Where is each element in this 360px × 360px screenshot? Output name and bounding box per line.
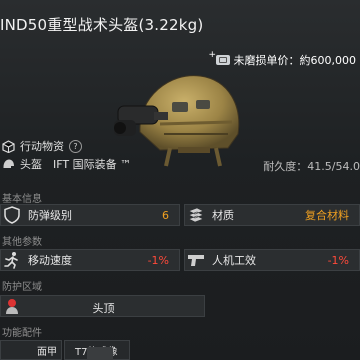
action-tag-label: 行动物资 [20, 140, 64, 153]
stat-material[interactable]: 材质 复合材料 [184, 204, 360, 226]
help-icon[interactable]: ? [69, 139, 82, 153]
stat-value: 6 [162, 208, 169, 222]
box-icon [2, 139, 15, 153]
plates-icon [186, 205, 206, 225]
stat-label: 材质 [212, 209, 234, 222]
protect-zone-box[interactable]: 头顶 [0, 295, 205, 317]
brand-label: IFT 国际装备 ™ [53, 158, 132, 171]
stat-label: 防弹级别 [28, 209, 72, 222]
type-tag-row: 头盔 IFT 国际装备 ™ [2, 156, 131, 172]
stat-value: -1% [327, 253, 349, 267]
section-other-params: 其他参数 [2, 237, 42, 248]
section-basic-info: 基本信息 [2, 194, 42, 205]
stat-move-speed[interactable]: 移动速度 -1% [0, 249, 180, 271]
running-icon [2, 250, 22, 270]
item-title: IND50重型战术头盔(3.22kg) [0, 16, 204, 34]
thermal-scope-icon [87, 347, 113, 360]
pistol-icon [186, 250, 206, 270]
type-label: 头盔 [20, 158, 42, 171]
action-tag-row: 行动物资 ? [2, 138, 82, 154]
protect-zone-label: 头顶 [92, 302, 115, 315]
shield-icon [2, 205, 22, 225]
stat-value: 复合材料 [305, 209, 349, 222]
stat-armor-level[interactable]: 防弹级别 6 [0, 204, 180, 226]
attachment-label: 面甲 [37, 347, 57, 358]
attachment-slot-visor[interactable]: 面甲 [0, 340, 62, 360]
attachment-slot-thermal[interactable]: T7热成像 [64, 340, 130, 360]
stat-label: 移动速度 [28, 254, 72, 267]
stat-ergonomics[interactable]: 人机工效 -1% [184, 249, 360, 271]
item-detail-panel: IND50重型战术头盔(3.22kg) + 未磨损单价：約600,000 行动物 [0, 0, 360, 360]
stat-label: 人机工效 [212, 254, 256, 267]
durability-text: 耐久度：41.5/54.0 [263, 160, 360, 173]
section-attachments: 功能配件 [2, 328, 42, 339]
helmet-type-icon [3, 159, 14, 168]
section-protect-zone: 防护区域 [2, 282, 42, 293]
price-text: 未磨损单价：約600,000 [233, 54, 357, 67]
stat-value: -1% [147, 253, 169, 267]
